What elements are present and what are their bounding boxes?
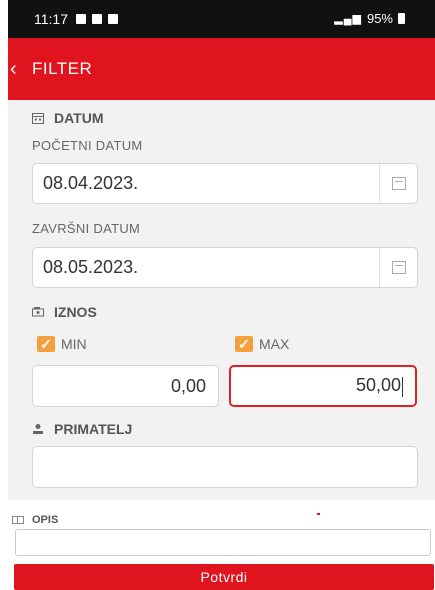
calendar-icon: [391, 261, 406, 274]
text-field-icon: [12, 516, 24, 524]
person-icon: [33, 424, 43, 434]
start-date-value: 08.04.2023.: [43, 173, 139, 193]
screenshot-icon: [108, 14, 118, 24]
min-amount-input[interactable]: 0,00: [32, 365, 219, 407]
opis-section-title: OPIS: [32, 514, 59, 526]
end-date-value: 08.05.2023.: [43, 257, 139, 277]
opis-input[interactable]: [15, 529, 431, 556]
datum-section-header: DATUM: [32, 110, 104, 126]
status-indicators: ▂▄▆ 95%: [334, 11, 405, 26]
max-amount-value: 50,00: [231, 375, 415, 397]
calendar-icon: [32, 113, 44, 124]
end-date-label: ZAVRŠNI DATUM: [32, 221, 141, 236]
gallery-icon: [76, 14, 86, 24]
status-time: 11:17: [34, 11, 68, 27]
max-label: MAX: [259, 336, 290, 352]
app-bar: ‹ FILTER: [8, 38, 435, 100]
primatelj-section-header: PRIMATELJ: [32, 421, 132, 437]
checkmark-icon: ✓: [37, 336, 55, 352]
primatelj-section-title: PRIMATELJ: [54, 421, 133, 437]
notification-icon: [92, 14, 102, 24]
checkmark-icon: ✓: [235, 336, 253, 352]
filter-form: DATUM POČETNI DATUM 08.04.2023. ZAVRŠNI …: [8, 100, 435, 500]
min-checkbox[interactable]: ✓ MIN: [37, 336, 87, 352]
end-date-field[interactable]: 08.05.2023.: [32, 247, 418, 288]
start-date-picker-button[interactable]: [379, 164, 417, 203]
iznos-section-title: IZNOS: [54, 304, 97, 320]
iznos-section-header: IZNOS: [32, 304, 97, 320]
required-marker: [317, 513, 320, 515]
max-amount-text: 50,00: [355, 375, 401, 396]
submit-label: Potvrdi: [200, 569, 248, 585]
submit-button[interactable]: Potvrdi: [14, 564, 434, 590]
min-label: MIN: [61, 336, 87, 352]
start-date-field[interactable]: 08.04.2023.: [32, 163, 418, 204]
max-amount-input[interactable]: 50,00: [229, 365, 417, 407]
end-date-picker-button[interactable]: [379, 248, 417, 287]
battery-level: 95%: [366, 11, 393, 26]
max-checkbox[interactable]: ✓ MAX: [235, 336, 289, 352]
primatelj-input[interactable]: [32, 446, 418, 488]
start-date-label: POČETNI DATUM: [32, 138, 143, 153]
battery-icon: [398, 13, 405, 24]
signal-icon: ▂▄▆: [334, 13, 362, 25]
back-icon[interactable]: ‹: [10, 58, 24, 81]
opis-section-header: OPIS: [12, 514, 58, 526]
text-cursor: [402, 376, 403, 397]
datum-section-title: DATUM: [54, 110, 104, 126]
money-icon: [32, 307, 44, 317]
min-amount-value: 0,00: [170, 375, 206, 396]
page-title: FILTER: [32, 59, 93, 78]
bottom-panel: OPIS Potvrdi: [0, 500, 435, 590]
calendar-icon: [391, 177, 406, 190]
phone-screen: 11:17 ▂▄▆ 95% ‹ FILTER DATUM POČETNI DAT…: [8, 0, 435, 500]
status-bar: 11:17 ▂▄▆ 95%: [8, 0, 435, 38]
